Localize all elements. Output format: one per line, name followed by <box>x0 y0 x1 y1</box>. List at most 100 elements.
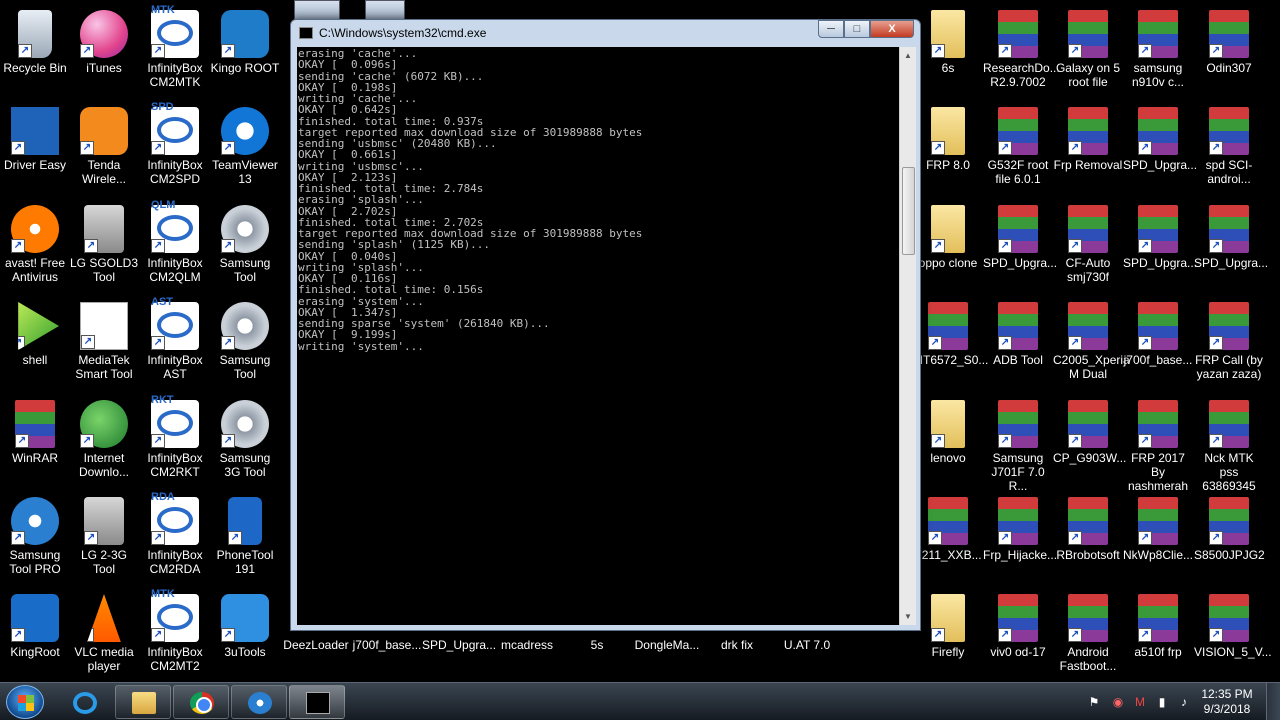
desktop-icon[interactable]: ↗ Kingo ROOT <box>210 4 280 100</box>
desktop-icon[interactable]: ↗ shell <box>0 296 70 392</box>
desktop-icon-label: SPD_Upgra... <box>983 256 1058 270</box>
desktop-icon[interactable]: ↗ samsung n910v c... <box>1123 4 1193 100</box>
desktop-icon[interactable]: ↗ VISION_5_V... <box>1194 588 1272 684</box>
volume-icon[interactable]: ♪ <box>1176 694 1192 710</box>
desktop-icon[interactable]: SPD ↗ InfinityBox CM2SPD <box>140 101 210 197</box>
desktop-icon[interactable]: ↗ FRP Call (by yazan zaza) <box>1194 296 1264 392</box>
maximize-button[interactable]: □ <box>844 20 870 38</box>
shortcut-arrow-icon: ↗ <box>1068 531 1082 545</box>
signal-icon[interactable]: ▮ <box>1154 694 1170 710</box>
desktop-icon[interactable]: AST ↗ InfinityBox AST <box>140 296 210 392</box>
desktop-icon[interactable]: ↗ S8500JPJG2 <box>1194 491 1265 587</box>
desktop-icon[interactable]: QLM ↗ InfinityBox CM2QLM <box>140 199 210 295</box>
desktop-icon[interactable]: ↗ 6s <box>913 4 983 100</box>
desktop-icon[interactable]: MTK ↗ InfinityBox CM2MT2 <box>140 588 210 684</box>
phonetool-icon: ↗ <box>228 497 262 545</box>
console-output[interactable]: erasing 'cache'... OKAY [ 0.096s] sendin… <box>297 47 899 625</box>
taskbar-windows-explorer[interactable] <box>115 685 171 719</box>
scrollbar-thumb[interactable] <box>902 167 915 255</box>
vertical-scrollbar[interactable]: ▲ ▼ <box>899 47 916 625</box>
desktop-icon[interactable]: ↗ Nck MTK pss 63869345 <box>1194 394 1264 493</box>
desktop-icon[interactable]: ↗ SPD_Upgra... <box>1123 101 1198 197</box>
desktop-icon[interactable]: ↗ SPD_Upgra... <box>983 199 1058 295</box>
taskbar-internet-explorer[interactable] <box>56 685 112 719</box>
taskbar-samsung-tool[interactable] <box>231 685 287 719</box>
show-desktop-button[interactable] <box>1266 683 1280 720</box>
desktop-icon[interactable]: ↗ 3uTools <box>210 588 280 684</box>
desktop-icon[interactable]: ↗ CF-Auto smj730f <box>1053 199 1123 295</box>
desktop-icon[interactable]: ↗ NkWp8Clie... <box>1123 491 1193 587</box>
desktop-icon[interactable]: ↗ Frp Removal <box>1053 101 1123 197</box>
desktop-icon[interactable]: ↗ PhoneTool 191 <box>210 491 280 587</box>
clock[interactable]: 12:35 PM 9/3/2018 <box>1196 687 1258 717</box>
desktop-icon[interactable]: ↗ LG 2-3G Tool <box>69 491 139 587</box>
desktop-icon-label: MT6572_S0... <box>913 353 989 367</box>
desktop-icon[interactable]: ↗ Samsung J701F 7.0 R... <box>983 394 1053 493</box>
shortcut-arrow-icon: ↗ <box>221 434 235 448</box>
desktop-icon[interactable]: ↗ SPD_Upgra... <box>1194 199 1268 295</box>
desktop-icon[interactable]: ↗ a510f frp <box>1123 588 1193 684</box>
cmd-window[interactable]: C:\Windows\system32\cmd.exe ─ □ X erasin… <box>290 19 921 631</box>
scroll-up-arrow-icon[interactable]: ▲ <box>900 47 916 64</box>
desktop-icon[interactable]: ↗ WinRAR <box>0 394 70 490</box>
desktop-icon[interactable]: ↗ VLC media player <box>69 588 139 684</box>
desktop-icon-label: SPD_Upgra... <box>1123 158 1198 172</box>
desktop-icon[interactable]: ↗ j700f_base... <box>1123 296 1193 392</box>
desktop-icon[interactable]: ↗ avast! Free Antivirus <box>0 199 70 295</box>
desktop-icon[interactable]: ↗ Samsung Tool <box>210 199 280 295</box>
shortcut-arrow-icon: ↗ <box>998 531 1012 545</box>
desktop-icon[interactable]: ↗ RBrobotsoft <box>1053 491 1123 587</box>
gmail-icon[interactable]: M <box>1132 694 1148 710</box>
desktop-icon[interactable]: ↗ spd SCI-androi... <box>1194 101 1264 197</box>
desktop-icon[interactable]: ↗ CP_G903W... <box>1053 394 1126 490</box>
desktop-icon[interactable]: ↗ Samsung Tool <box>210 296 280 392</box>
desktop-icon[interactable]: ↗ Android Fastboot... <box>1053 588 1123 684</box>
desktop-icon[interactable]: ↗ G532F root file 6.0.1 <box>983 101 1053 197</box>
desktop-icon[interactable]: ↗ Galaxy on 5 root file <box>1053 4 1123 100</box>
desktop-icon[interactable]: ↗ viv0 od-17 <box>983 588 1053 684</box>
desktop-icon[interactable]: ↗ KingRoot <box>0 588 70 684</box>
flag-icon[interactable]: ⚑ <box>1086 694 1102 710</box>
desktop-icon[interactable]: ↗ Internet Downlo... <box>69 394 139 490</box>
desktop-icon[interactable]: ↗ Recycle Bin <box>0 4 70 100</box>
shortcut-arrow-icon: ↗ <box>11 628 25 642</box>
desktop-icon[interactable]: RKT ↗ InfinityBox CM2RKT <box>140 394 210 490</box>
desktop-icon[interactable]: ↗ Tenda Wirele... <box>69 101 139 197</box>
desktop-icon[interactable]: ↗ F211_XXB... <box>913 491 983 587</box>
scroll-down-arrow-icon[interactable]: ▼ <box>900 608 916 625</box>
desktop-icon-label: iTunes <box>86 61 122 75</box>
desktop-icon[interactable]: ↗ Samsung 3G Tool <box>210 394 280 490</box>
desktop-icon[interactable]: ↗ Driver Easy <box>0 101 70 197</box>
desktop-icon-label: DongleMa... <box>634 638 700 652</box>
taskbar-chrome[interactable] <box>173 685 229 719</box>
desktop-icon[interactable]: ↗ lenovo <box>913 394 983 490</box>
opera-icon[interactable]: ◉ <box>1110 694 1126 710</box>
desktop-icon[interactable]: ↗ MediaTek Smart Tool <box>69 296 139 392</box>
desktop-icon[interactable]: RDA ↗ InfinityBox CM2RDA <box>140 491 210 587</box>
taskbar-cmd[interactable] <box>289 685 345 719</box>
desktop-icon-label: lenovo <box>930 451 966 465</box>
desktop-icon[interactable]: ↗ oppo clone <box>913 199 983 295</box>
desktop-icon[interactable]: ↗ FRP 2017 By nashmerah <box>1123 394 1193 493</box>
background-window[interactable] <box>365 0 405 20</box>
desktop-icon[interactable]: ↗ C2005_Xperia M Dual <box>1053 296 1130 392</box>
desktop-icon[interactable]: ↗ Samsung Tool PRO <box>0 491 70 587</box>
desktop-icon[interactable]: ↗ Odin307 <box>1194 4 1264 100</box>
cmd-titlebar[interactable]: C:\Windows\system32\cmd.exe ─ □ X <box>291 20 920 47</box>
start-button[interactable] <box>6 685 44 719</box>
desktop-icon[interactable]: ↗ Firefly <box>913 588 983 684</box>
close-button[interactable]: X <box>870 20 914 38</box>
background-window[interactable] <box>294 0 340 20</box>
desktop-icon[interactable]: ↗ SPD_Upgra... <box>1123 199 1197 295</box>
desktop-icon[interactable]: ↗ LG SGOLD3 Tool <box>69 199 139 295</box>
desktop-icon[interactable]: ↗ TeamViewer 13 <box>210 101 280 197</box>
desktop-icon[interactable]: ↗ ADB Tool <box>983 296 1053 392</box>
desktop-icon[interactable]: MTK ↗ InfinityBox CM2MTK <box>140 4 210 100</box>
minimize-button[interactable]: ─ <box>818 20 844 38</box>
desktop-icon[interactable]: ↗ iTunes <box>69 4 139 100</box>
desktop-icon[interactable]: ↗ FRP 8.0 <box>913 101 983 197</box>
desktop-icon[interactable]: ↗ MT6572_S0... <box>913 296 989 392</box>
desktop-icon[interactable]: ↗ Frp_Hijacke... <box>983 491 1057 587</box>
desktop-icon-label: Tenda Wirele... <box>81 158 126 186</box>
desktop-icon[interactable]: ↗ ResearchDo... R2.9.7002 <box>983 4 1060 100</box>
